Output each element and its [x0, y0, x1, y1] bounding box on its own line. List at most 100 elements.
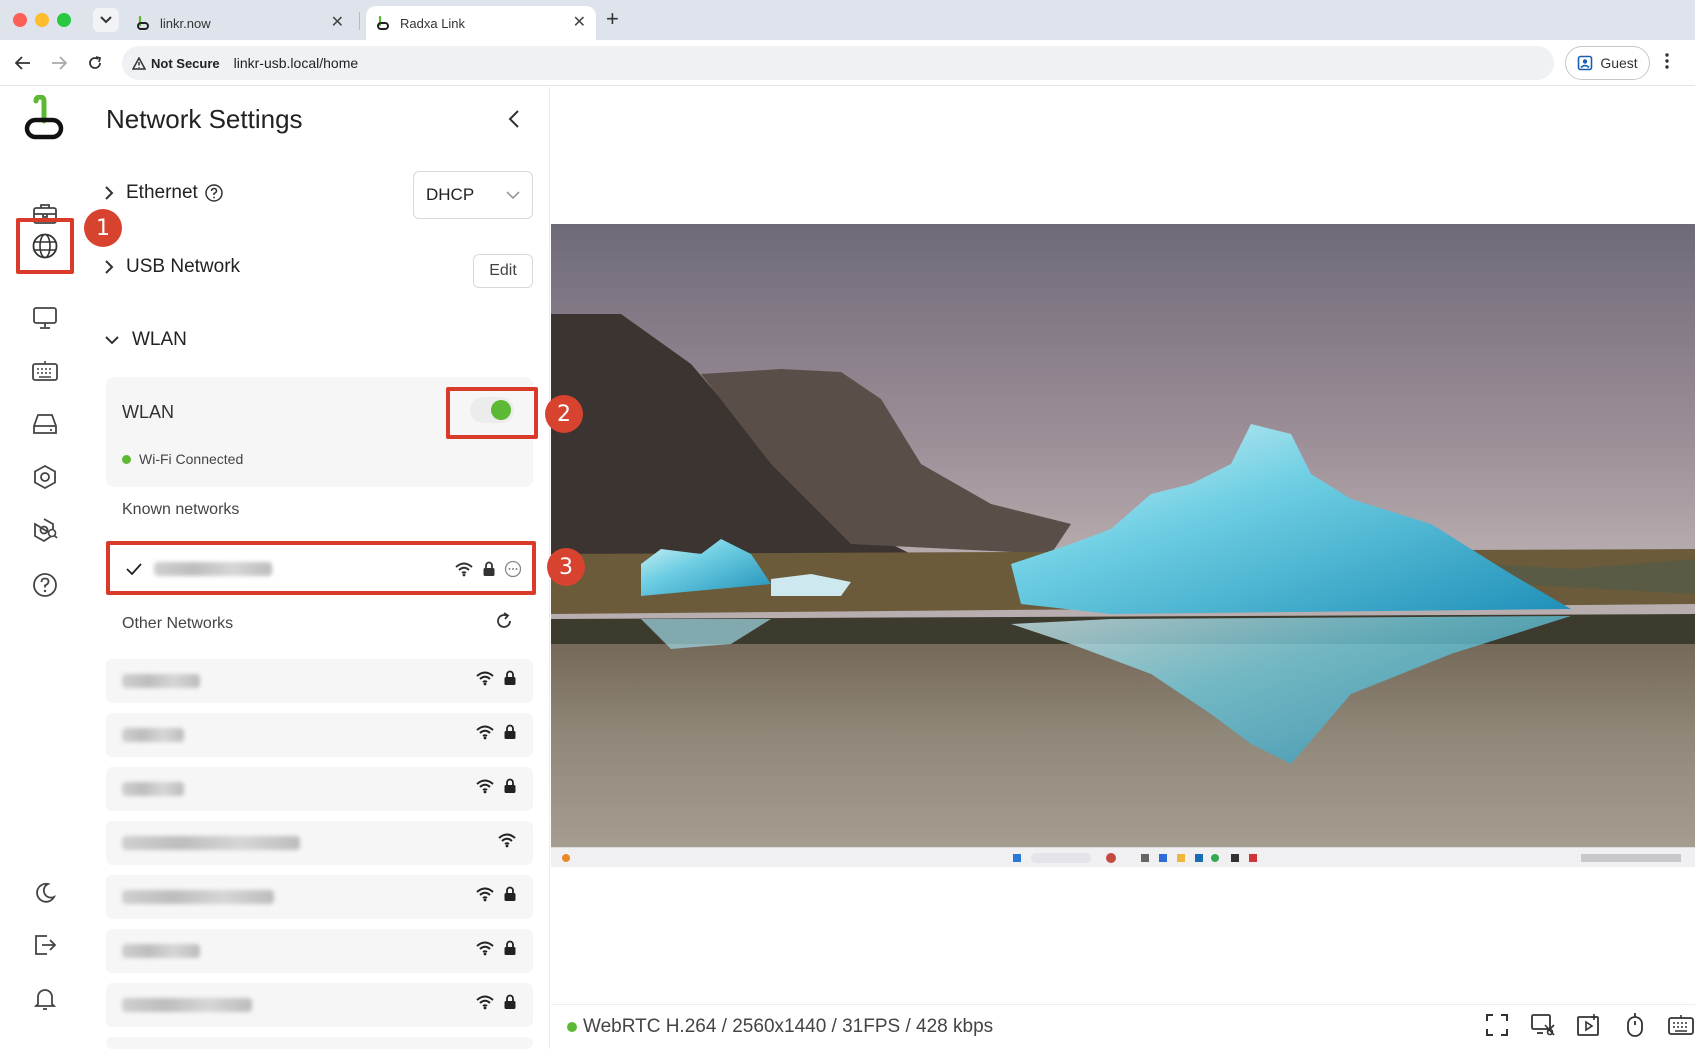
- network-row[interactable]: [106, 821, 533, 865]
- wlan-section-header[interactable]: WLAN: [104, 329, 187, 351]
- moon-icon: [36, 882, 57, 903]
- sidebar-item-system[interactable]: [22, 454, 68, 500]
- virtual-keyboard-button[interactable]: [1667, 1011, 1695, 1039]
- usb-network-edit-button[interactable]: Edit: [473, 254, 533, 288]
- usb-network-section-header[interactable]: USB Network: [104, 256, 240, 278]
- notifications-button[interactable]: [22, 976, 68, 1022]
- wifi-status: Wi-Fi Connected: [122, 451, 243, 467]
- ethernet-section-header[interactable]: Ethernet: [104, 182, 224, 204]
- annotation-badge: 3: [547, 548, 585, 586]
- tab-separator: [359, 12, 360, 30]
- network-row[interactable]: [106, 983, 533, 1027]
- reload-button[interactable]: [82, 50, 108, 76]
- profile-button[interactable]: Guest: [1565, 46, 1650, 80]
- known-network-row[interactable]: [106, 541, 536, 595]
- screen-capture-icon: [1531, 1014, 1555, 1036]
- hexagon-settings-icon: [34, 464, 56, 490]
- sidebar-item-display[interactable]: [22, 295, 68, 341]
- lock-icon: [504, 724, 516, 739]
- fullscreen-button[interactable]: [1483, 1011, 1511, 1039]
- refresh-icon: [497, 612, 511, 628]
- more-options-icon[interactable]: [504, 560, 522, 578]
- new-tab-button[interactable]: +: [606, 6, 619, 32]
- stream-stats-text: WebRTC H.264 / 2560x1440 / 31FPS / 428 k…: [583, 1016, 994, 1037]
- status-dot: [122, 454, 131, 464]
- ethernet-mode-select[interactable]: DHCP: [413, 171, 533, 219]
- network-name-redacted: [122, 998, 252, 1012]
- close-window-button[interactable]: [13, 13, 27, 27]
- minimize-window-button[interactable]: [35, 13, 49, 27]
- logout-icon: [35, 935, 57, 955]
- checkmark-icon: [126, 563, 142, 575]
- network-row[interactable]: [106, 767, 533, 811]
- network-row[interactable]: [106, 713, 533, 757]
- collapse-panel-button[interactable]: [508, 109, 520, 134]
- tab-title: Radxa Link: [400, 15, 466, 31]
- close-tab-icon[interactable]: ✕: [331, 15, 344, 31]
- chevron-down-icon: [506, 191, 520, 199]
- maximize-window-button[interactable]: [57, 13, 71, 27]
- chevron-down-icon: [100, 16, 112, 24]
- chevron-right-icon: [105, 186, 114, 200]
- tab-title: linkr.now: [160, 15, 211, 31]
- wifi-status-text: Wi-Fi Connected: [139, 451, 244, 467]
- sidebar-rail: [0, 87, 90, 1049]
- wifi-icon: [455, 562, 473, 577]
- warning-triangle-icon: [132, 56, 146, 70]
- sidebar-item-advanced-settings[interactable]: [22, 507, 68, 553]
- record-button[interactable]: [1575, 1011, 1603, 1039]
- network-row[interactable]: [106, 929, 533, 973]
- globe-icon: [32, 233, 58, 259]
- stream-status-bar: WebRTC H.264 / 2560x1440 / 31FPS / 428 k…: [551, 1004, 1695, 1049]
- monitor-icon: [33, 307, 57, 329]
- security-indicator[interactable]: Not Secure: [132, 56, 220, 71]
- stream-toolbar: [1483, 1011, 1695, 1039]
- sidebar-item-network[interactable]: [16, 218, 74, 274]
- mouse-mode-button[interactable]: [1621, 1011, 1649, 1039]
- sidebar-item-storage[interactable]: [22, 401, 68, 447]
- other-networks-label: Other Networks: [122, 615, 234, 632]
- browser-toolbar: Not Secure linkr-usb.local/home Guest: [0, 40, 1695, 86]
- lock-icon: [504, 886, 516, 901]
- browser-menu-button[interactable]: [1665, 52, 1669, 75]
- bell-icon: [33, 989, 57, 1010]
- wlan-section-label: WLAN: [132, 329, 187, 350]
- sidebar-item-keyboard[interactable]: [22, 348, 68, 394]
- network-row[interactable]: [106, 1037, 533, 1049]
- keyboard-icon: [1668, 1015, 1694, 1035]
- logout-button[interactable]: [22, 922, 68, 968]
- tab-search-button[interactable]: [93, 8, 119, 32]
- network-name-redacted: [122, 782, 184, 796]
- remote-stream-viewer[interactable]: WebRTC H.264 / 2560x1440 / 31FPS / 428 k…: [551, 87, 1695, 1049]
- security-label: Not Secure: [151, 55, 220, 71]
- remote-taskbar[interactable]: [551, 847, 1695, 867]
- tab-linkr-now[interactable]: linkr.now ✕: [126, 6, 354, 40]
- fullscreen-icon: [1486, 1014, 1508, 1036]
- refresh-networks-button[interactable]: [494, 611, 514, 636]
- ethernet-mode-value: DHCP: [426, 185, 475, 204]
- wifi-icon: [476, 887, 494, 902]
- help-circle-icon[interactable]: [204, 183, 224, 203]
- address-bar[interactable]: Not Secure linkr-usb.local/home: [122, 46, 1554, 80]
- profile-label: Guest: [1600, 55, 1638, 71]
- back-button[interactable]: [10, 50, 36, 76]
- theme-toggle-button[interactable]: [22, 870, 68, 916]
- tab-radxa-link[interactable]: Radxa Link ✕: [366, 6, 596, 40]
- forward-button[interactable]: [46, 50, 72, 76]
- remote-desktop-screen[interactable]: [551, 224, 1695, 847]
- lock-icon: [504, 670, 516, 685]
- network-row[interactable]: [106, 875, 533, 919]
- browser-tab-bar: linkr.now ✕ Radxa Link ✕ +: [0, 0, 1695, 40]
- screenshot-button[interactable]: [1529, 1011, 1557, 1039]
- arrow-left-icon: [15, 56, 30, 70]
- windows-taskbar-icons: [562, 852, 1681, 863]
- annotation-highlight-wlan-toggle: [446, 387, 538, 439]
- more-vertical-icon: [1665, 53, 1669, 69]
- close-tab-icon[interactable]: ✕: [573, 15, 586, 31]
- wifi-icon: [476, 941, 494, 956]
- lock-icon: [504, 940, 516, 955]
- network-name-redacted: [122, 728, 184, 742]
- network-row[interactable]: [106, 659, 533, 703]
- wifi-icon: [476, 671, 494, 686]
- sidebar-item-help[interactable]: [22, 562, 68, 608]
